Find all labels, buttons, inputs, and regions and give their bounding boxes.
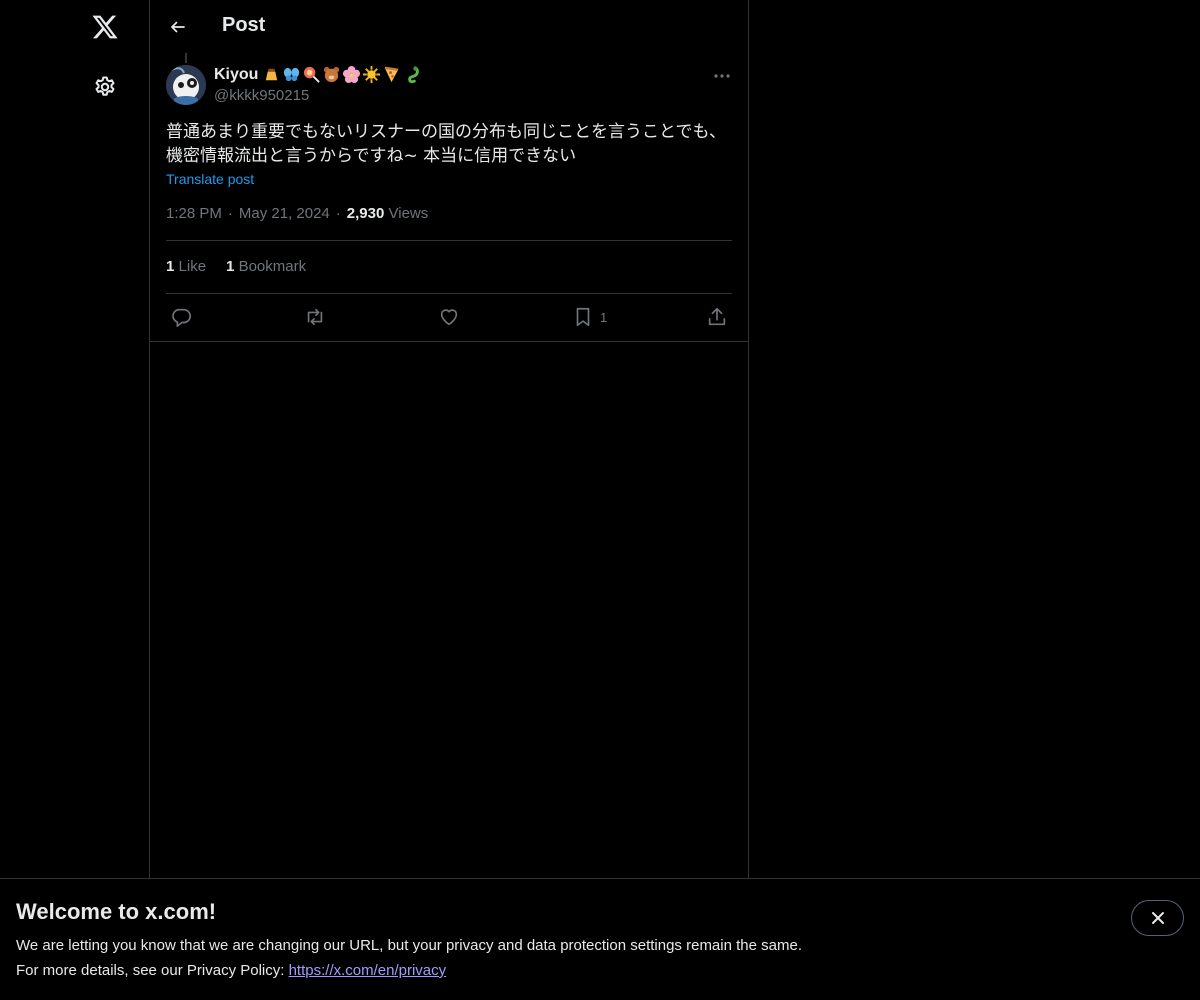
post-text: 普通あまり重要でもないリスナーの国の分布も同じことを言うことでも、 機密情報流出…: [166, 120, 732, 168]
pudding-emoji-icon: [266, 68, 278, 81]
post-date[interactable]: May 21, 2024: [239, 205, 330, 222]
views-label: Views: [388, 205, 429, 222]
gear-icon: [93, 75, 117, 99]
author-name[interactable]: Kiyou: [214, 65, 421, 84]
post-text-line: 機密情報流出と言うからですね~ 本当に信用できない: [166, 146, 577, 166]
main-column: Post Kiyou @kkkk950215 普通あまり重要でもないリスナーの国…: [150, 0, 749, 880]
settings-button[interactable]: [79, 61, 131, 113]
share-button[interactable]: [706, 304, 728, 330]
share-icon: [706, 306, 728, 328]
blossom-emoji-icon: [343, 65, 361, 84]
app: Post Kiyou @kkkk950215 普通あまり重要でもないリスナーの国…: [0, 0, 1200, 1000]
likes-count: 1: [166, 258, 175, 275]
bookmarks-stat[interactable]: 1 Bookmark: [226, 258, 306, 275]
repost-icon: [303, 306, 327, 328]
more-options-button[interactable]: [708, 64, 736, 88]
post-actions: 1: [166, 304, 732, 330]
dragon-emoji-icon: [408, 66, 420, 84]
lollipop-emoji-icon: [304, 66, 321, 83]
close-banner-button[interactable]: [1131, 900, 1184, 936]
reply-button[interactable]: [170, 304, 192, 330]
views-count: 2,930: [346, 205, 385, 222]
banner-privacy-line: For more details, see our Privacy Policy…: [16, 962, 446, 979]
bookmark-icon: [572, 306, 594, 328]
author-handle[interactable]: @kkkk950215: [214, 87, 309, 104]
like-button[interactable]: [438, 304, 460, 330]
more-dots-icon: [713, 73, 731, 79]
sun-emoji-icon: [363, 65, 381, 84]
reply-icon: [170, 306, 192, 328]
arrow-left-icon: [169, 18, 187, 36]
name-emojis: [262, 65, 421, 84]
banner-message: We are letting you know that we are chan…: [16, 937, 802, 954]
avatar[interactable]: [166, 65, 206, 105]
repost-button[interactable]: [303, 304, 327, 330]
page-header: Post: [150, 0, 748, 54]
banner-title: Welcome to x.com!: [16, 899, 217, 924]
pizza-emoji-icon: [385, 66, 399, 83]
close-icon: [1151, 911, 1165, 925]
author-name-text: Kiyou: [214, 65, 259, 83]
post: Kiyou @kkkk950215 普通あまり重要でもないリスナーの国の分布も同…: [150, 62, 748, 342]
divider: [166, 293, 732, 294]
page-title: Post: [222, 14, 266, 36]
post-time[interactable]: 1:28 PM: [166, 205, 222, 222]
meta-separator: ·: [227, 205, 233, 222]
meta-separator: ·: [335, 205, 341, 222]
divider: [166, 240, 732, 241]
banner-privacy-prefix: For more details, see our Privacy Policy…: [16, 962, 289, 979]
bookmarks-count: 1: [226, 258, 235, 275]
likes-label: Like: [178, 258, 207, 275]
x-logo-icon: [91, 13, 119, 41]
post-stats: 1 Like 1 Bookmark: [166, 258, 306, 275]
post-meta: 1:28 PM · May 21, 2024 · 2,930 Views: [166, 205, 428, 222]
welcome-banner: Welcome to x.com! We are letting you kno…: [0, 878, 1200, 1000]
x-logo-button[interactable]: [79, 1, 131, 53]
likes-stat[interactable]: 1 Like: [166, 258, 206, 275]
bear-emoji-icon: [324, 66, 340, 83]
heart-icon: [438, 306, 460, 328]
privacy-policy-link[interactable]: https://x.com/en/privacy: [289, 962, 447, 979]
bookmark-button[interactable]: 1: [572, 304, 607, 330]
bookmark-count: 1: [600, 309, 608, 325]
translate-post-link[interactable]: Translate post: [166, 171, 254, 187]
left-nav: [0, 0, 150, 1000]
views: 2,930 Views: [347, 205, 428, 222]
butterfly-emoji-icon: [284, 67, 300, 82]
post-text-line: 普通あまり重要でもないリスナーの国の分布も同じことを言うことでも、: [166, 122, 726, 142]
bookmarks-label: Bookmark: [238, 258, 307, 275]
back-button[interactable]: [160, 9, 196, 45]
